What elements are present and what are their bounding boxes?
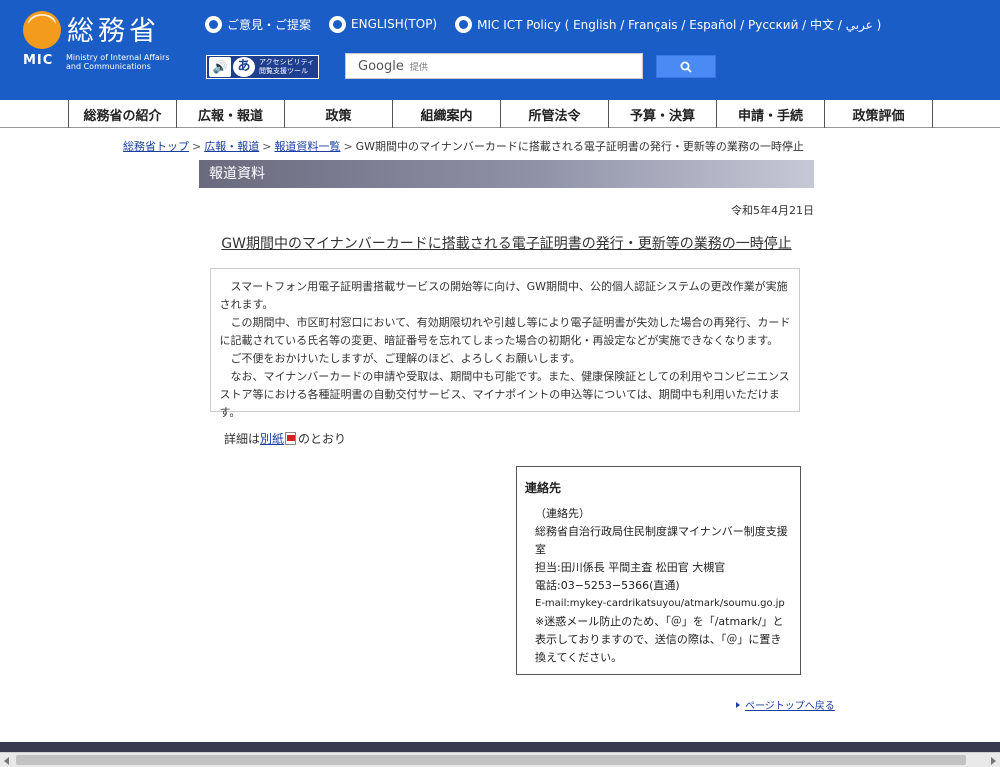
header-links: ご意見・ご提案 ENGLISH(TOP) MIC ICT Policy ( En… bbox=[205, 14, 899, 34]
page-top-link[interactable]: ページトップへ戻る bbox=[736, 697, 835, 712]
nav-item-laws[interactable]: 所管法令 bbox=[500, 100, 608, 128]
mic-logo-icon bbox=[23, 11, 61, 49]
link-feedback[interactable]: ご意見・ご提案 bbox=[205, 15, 312, 33]
pdf-icon bbox=[285, 432, 297, 445]
scroll-right-icon[interactable] bbox=[991, 757, 996, 765]
logo-kanji: 総務省 bbox=[67, 16, 160, 47]
breadcrumb-current: GW期間中のマイナンバーカードに搭載される電子証明書の発行・更新等の業務の一時停… bbox=[355, 140, 804, 153]
breadcrumb-home[interactable]: 総務省トップ bbox=[123, 140, 189, 153]
contact-line: 担当:田川係長 平間主査 松田官 大槻官 bbox=[535, 561, 726, 574]
article-summary: スマートフォン用電子証明書搭載サービスの開始等に向け、GW期間中、公的個人認証シ… bbox=[210, 268, 800, 419]
section-title: 報道資料 bbox=[199, 160, 814, 188]
summary-paragraph: スマートフォン用電子証明書搭載サービスの開始等に向け、GW期間中、公的個人認証シ… bbox=[219, 280, 788, 311]
accessibility-line1: アクセシビリティ bbox=[259, 58, 315, 66]
contact-line: 総務省自治行政局住民制度課マイナンバー制度支援室 bbox=[535, 525, 788, 556]
contact-line: 電話:03−5253−5366(直通) bbox=[535, 579, 680, 592]
accessibility-tool-button[interactable]: 🔊 あ アクセシビリティ 閲覧支援ツール bbox=[206, 55, 319, 79]
breadcrumb-press-list[interactable]: 報道資料一覧 bbox=[274, 140, 340, 153]
summary-paragraph: ご不便をおかけいたしますが、ご理解のほど、よろしくお願いします。 bbox=[230, 352, 581, 365]
search-brand-suffix: 提供 bbox=[409, 62, 428, 73]
nav-item-about[interactable]: 総務省の紹介 bbox=[68, 100, 176, 128]
search-brand: Google bbox=[358, 58, 404, 74]
logo-english-line2: and Communications bbox=[66, 62, 151, 71]
contact-note: ※迷惑メール防止のため、「＠」を「/atmark/」と表示しておりますので、送信… bbox=[535, 615, 784, 664]
article-title: GW期間中のマイナンバーカードに搭載される電子証明書の発行・更新等の業務の一時停… bbox=[221, 236, 792, 252]
page-top-label[interactable]: ページトップへ戻る bbox=[745, 697, 835, 712]
speaker-icon: 🔊 bbox=[209, 57, 231, 77]
contact-line: （連絡先） bbox=[535, 507, 590, 520]
breadcrumb-press[interactable]: 広報・報道 bbox=[204, 140, 259, 153]
radio-bullet-icon bbox=[329, 15, 347, 33]
nav-item-applications[interactable]: 申請・手続 bbox=[716, 100, 824, 128]
contact-title: 連絡先 bbox=[525, 481, 562, 495]
summary-paragraph: なお、マイナンバーカードの申請や受取は、期間中も可能です。また、健康保険証として… bbox=[219, 370, 790, 419]
nav-item-organization[interactable]: 組織案内 bbox=[392, 100, 500, 128]
accessibility-line2: 閲覧支援ツール bbox=[259, 67, 308, 75]
summary-paragraph: この期間中、市区町村窓口において、有効期限切れや引越し等により電子証明書が失効し… bbox=[219, 316, 791, 347]
search-button[interactable] bbox=[656, 55, 716, 78]
site-header: 総務省 MIC Ministry of Internal Affairs and… bbox=[0, 0, 1000, 100]
attachment-link[interactable]: 別紙 bbox=[260, 430, 284, 447]
breadcrumb-separator: > bbox=[262, 140, 272, 153]
link-ict-policy[interactable]: MIC ICT Policy ( English / Français / Es… bbox=[455, 15, 882, 33]
global-nav: 総務省の紹介 広報・報道 政策 組織案内 所管法令 予算・決算 申請・手続 政策… bbox=[0, 100, 1000, 128]
logo-english: Ministry of Internal Affairs and Communi… bbox=[66, 53, 169, 71]
scrollbar-thumb[interactable] bbox=[16, 755, 966, 765]
scroll-left-icon[interactable] bbox=[4, 757, 9, 765]
breadcrumb-separator: > bbox=[192, 140, 202, 153]
breadcrumb-separator: > bbox=[343, 140, 353, 153]
breadcrumb: 総務省トップ > 広報・報道 > 報道資料一覧 > GW期間中のマイナンバーカードに搭載され… bbox=[123, 138, 804, 154]
detail-prefix: 詳細は bbox=[224, 432, 261, 446]
hiragana-a-icon: あ bbox=[233, 57, 255, 77]
logo-english-line1: Ministry of Internal Affairs bbox=[66, 53, 170, 62]
contact-body: （連絡先） 総務省自治行政局住民制度課マイナンバー制度支援室 担当:田川係長 平… bbox=[525, 505, 792, 667]
contact-email: E-mail:mykey-cardrikatsuyou/atmark/soumu… bbox=[535, 598, 785, 609]
detail-suffix: のとおり bbox=[298, 432, 347, 446]
nav-item-budget[interactable]: 予算・決算 bbox=[608, 100, 716, 128]
contact-box: 連絡先 （連絡先） 総務省自治行政局住民制度課マイナンバー制度支援室 担当:田川… bbox=[516, 466, 801, 675]
nav-item-evaluation[interactable]: 政策評価 bbox=[824, 100, 933, 128]
link-ict-policy-label: MIC ICT Policy ( English / Français / Es… bbox=[477, 17, 882, 32]
search-input[interactable]: Google 提供 bbox=[345, 53, 643, 79]
press-date: 令和5年4月21日 bbox=[731, 204, 814, 217]
triangle-right-icon bbox=[736, 701, 740, 708]
link-english-top-label: ENGLISH(TOP) bbox=[351, 17, 438, 31]
site-logo[interactable]: 総務省 MIC Ministry of Internal Affairs and… bbox=[22, 10, 169, 72]
link-feedback-label: ご意見・ご提案 bbox=[227, 17, 312, 32]
accessibility-tool-label: アクセシビリティ 閲覧支援ツール bbox=[259, 58, 314, 76]
search-icon bbox=[680, 61, 692, 73]
radio-bullet-icon bbox=[205, 15, 222, 33]
detail-line: 詳細は 別紙 のとおり bbox=[224, 430, 346, 447]
horizontal-scrollbar[interactable] bbox=[0, 752, 1000, 767]
radio-bullet-icon bbox=[455, 15, 473, 33]
nav-item-policy[interactable]: 政策 bbox=[284, 100, 392, 128]
logo-mic: MIC bbox=[23, 53, 54, 68]
link-english-top[interactable]: ENGLISH(TOP) bbox=[329, 15, 438, 33]
footer-bar bbox=[0, 742, 1000, 752]
nav-item-press[interactable]: 広報・報道 bbox=[176, 100, 284, 128]
